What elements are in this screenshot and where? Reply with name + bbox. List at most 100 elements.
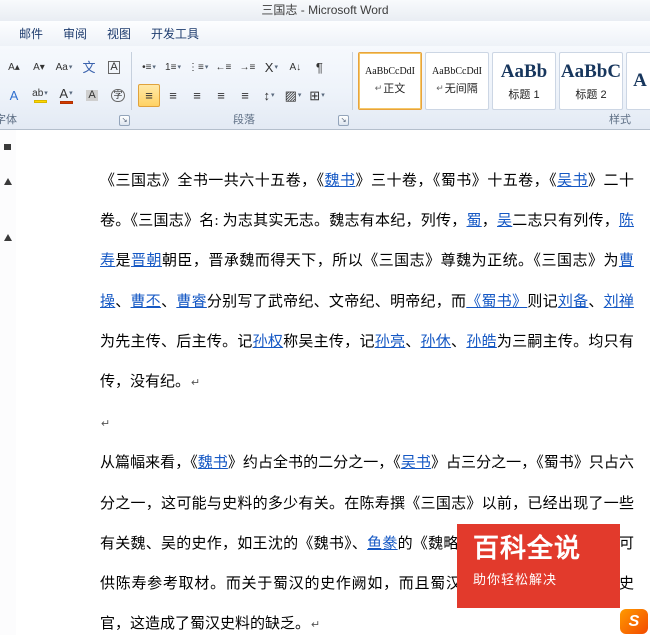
style-no-spacing[interactable]: AaBbCcDdI↵无间隔 [425,52,489,110]
change-case-button[interactable]: Aa▾ [53,56,75,79]
style-heading-2[interactable]: AaBbC 标题 2 [559,52,623,110]
distribute-icon: ≡ [241,89,249,102]
hyperlink[interactable]: 孙权 [253,334,284,350]
text-run: 》约占全书的二分之一，《 [228,455,401,471]
hyperlink[interactable]: 曹丕 [131,294,162,310]
numbering-button[interactable]: 1≡▾ [162,56,184,79]
phonetic-guide-button[interactable]: 文 [78,56,100,79]
color-bar [34,100,47,103]
window-title: 三国志 - Microsoft Word [261,3,388,17]
multilevel-list-button[interactable]: ⋮≡▾ [186,56,210,79]
bullets-icon: •≡ [142,63,151,73]
paragraph-group-row1: •≡▾1≡▾⋮≡▾←≡→≡X▾A↓¶ [138,56,330,79]
increase-indent-button[interactable]: →≡ [236,56,258,79]
launcher-arrow-icon: ↘ [341,117,347,124]
hyperlink[interactable]: 吴书 [557,173,588,189]
ruler-marker [4,234,12,241]
ruler-marker [4,178,12,185]
character-border-button[interactable]: A [103,56,125,79]
text-effect-button[interactable]: A [3,84,25,107]
borders-button[interactable]: ⊞▾ [306,84,328,107]
style-overflow[interactable]: A [626,52,650,110]
paragraph-mark-icon: ↵ [436,83,444,94]
style-label: 标题 2 [575,86,606,102]
hyperlink[interactable]: 孙亮 [375,334,406,350]
distribute-button[interactable]: ≡ [234,84,256,107]
style-preview: AaBb [501,61,547,83]
text-run: 分别写了武帝纪、文帝纪、明帝纪，而 [207,294,466,310]
asian-layout-button[interactable]: X▾ [260,56,282,79]
hyperlink[interactable]: 蜀 [467,213,482,229]
paragraph-mark-icon: ↵ [101,418,110,430]
hyperlink[interactable]: 魏书 [198,455,228,471]
font-color-button[interactable]: A▾ [55,84,77,107]
watermark-title: 百科全说 [473,534,620,563]
style-preview: AaBbCcDdI [432,66,482,77]
dropdown-arrow-icon: ▾ [69,90,73,97]
hyperlink[interactable]: 曹睿 [176,294,207,310]
menu-tab-review[interactable]: 审阅 [54,22,96,45]
justify-icon: ≡ [217,89,225,102]
hyperlink[interactable]: 刘备 [558,294,589,310]
hyperlink[interactable]: 魏书 [325,173,356,189]
font-dialog-launcher-icon[interactable]: ↘ [119,115,130,126]
phonetic-guide-icon: 文 [82,61,95,74]
align-center-icon: ≡ [169,89,177,102]
paragraph-mark-icon: ↵ [191,377,200,389]
show-formatting-marks-icon: ¶ [316,61,323,74]
change-case-icon: Aa [56,63,68,73]
vertical-ruler [0,130,16,635]
line-spacing-button[interactable]: ↕▾ [258,84,280,107]
align-left-button[interactable]: ≡ [138,84,160,107]
shrink-font-button[interactable]: A▾ [28,56,50,79]
menu-tab-developer[interactable]: 开发工具 [142,22,208,45]
grow-font-button[interactable]: A▴ [3,56,25,79]
menu-tab-view[interactable]: 视图 [98,22,140,45]
character-shading-button[interactable]: A [81,84,103,107]
character-border-icon: A [108,61,119,74]
align-center-button[interactable]: ≡ [162,84,184,107]
paragraph-mark-icon: ↵ [311,619,320,631]
text-run: 《三国志》全书一共六十五卷，《 [100,173,325,189]
hyperlink[interactable]: 刘禅 [604,294,634,310]
dropdown-arrow-icon: ▾ [271,92,275,99]
show-formatting-marks-button[interactable]: ¶ [308,56,330,79]
text-run: 朝臣，晋承魏而得天下，所以《三国志》尊魏为正统。《三国志》为 [162,253,619,269]
dropdown-arrow-icon: ▾ [177,64,181,71]
justify-button[interactable]: ≡ [210,84,232,107]
hyperlink[interactable]: 鱼豢 [367,536,398,552]
menu-tab-mail[interactable]: 邮件 [10,22,52,45]
hyperlink[interactable]: 孙休 [421,334,452,350]
style-heading-1[interactable]: AaBb标题 1 [492,52,556,110]
asian-layout-icon: X [265,61,274,74]
dropdown-arrow-icon: ▾ [274,64,278,71]
align-right-button[interactable]: ≡ [186,84,208,107]
style-gallery: AaBbCcDdI↵正文AaBbCcDdI↵无间隔AaBb标题 1AaBbC标题… [358,52,650,110]
corner-logo: S [620,609,648,634]
hyperlink[interactable]: 孙皓 [466,334,497,350]
align-right-icon: ≡ [193,89,201,102]
multilevel-list-icon: ⋮≡ [188,63,204,73]
enclose-character-button[interactable]: 字 [107,84,129,107]
bullets-button[interactable]: •≡▾ [138,56,160,79]
paragraph-dialog-launcher-icon[interactable]: ↘ [338,115,349,126]
shrink-font-icon: A▾ [33,63,45,73]
text-run: 称吴主传，记 [283,334,375,350]
style-preview: AaBbCcDdI [365,66,415,77]
text-run: 、 [115,294,130,310]
shading-button[interactable]: ▨▾ [282,84,304,107]
hyperlink[interactable]: 晋朝 [131,253,162,269]
sort-button[interactable]: A↓ [284,56,306,79]
align-left-icon: ≡ [145,89,153,102]
text-run: 、 [451,334,466,350]
decrease-indent-button[interactable]: ←≡ [212,56,234,79]
hyperlink[interactable]: 吴 [497,213,512,229]
highlight-button[interactable]: ab▾ [29,84,51,107]
style-normal[interactable]: AaBbCcDdI↵正文 [358,52,422,110]
sort-icon: A↓ [290,63,302,73]
hyperlink[interactable]: 《蜀书》 [466,294,527,310]
watermark-subtitle: 助你轻松解决 [473,569,620,588]
hyperlink[interactable]: 吴书 [401,455,431,471]
style-preview: AaBbC [561,61,621,83]
decrease-indent-icon: ←≡ [215,63,231,73]
